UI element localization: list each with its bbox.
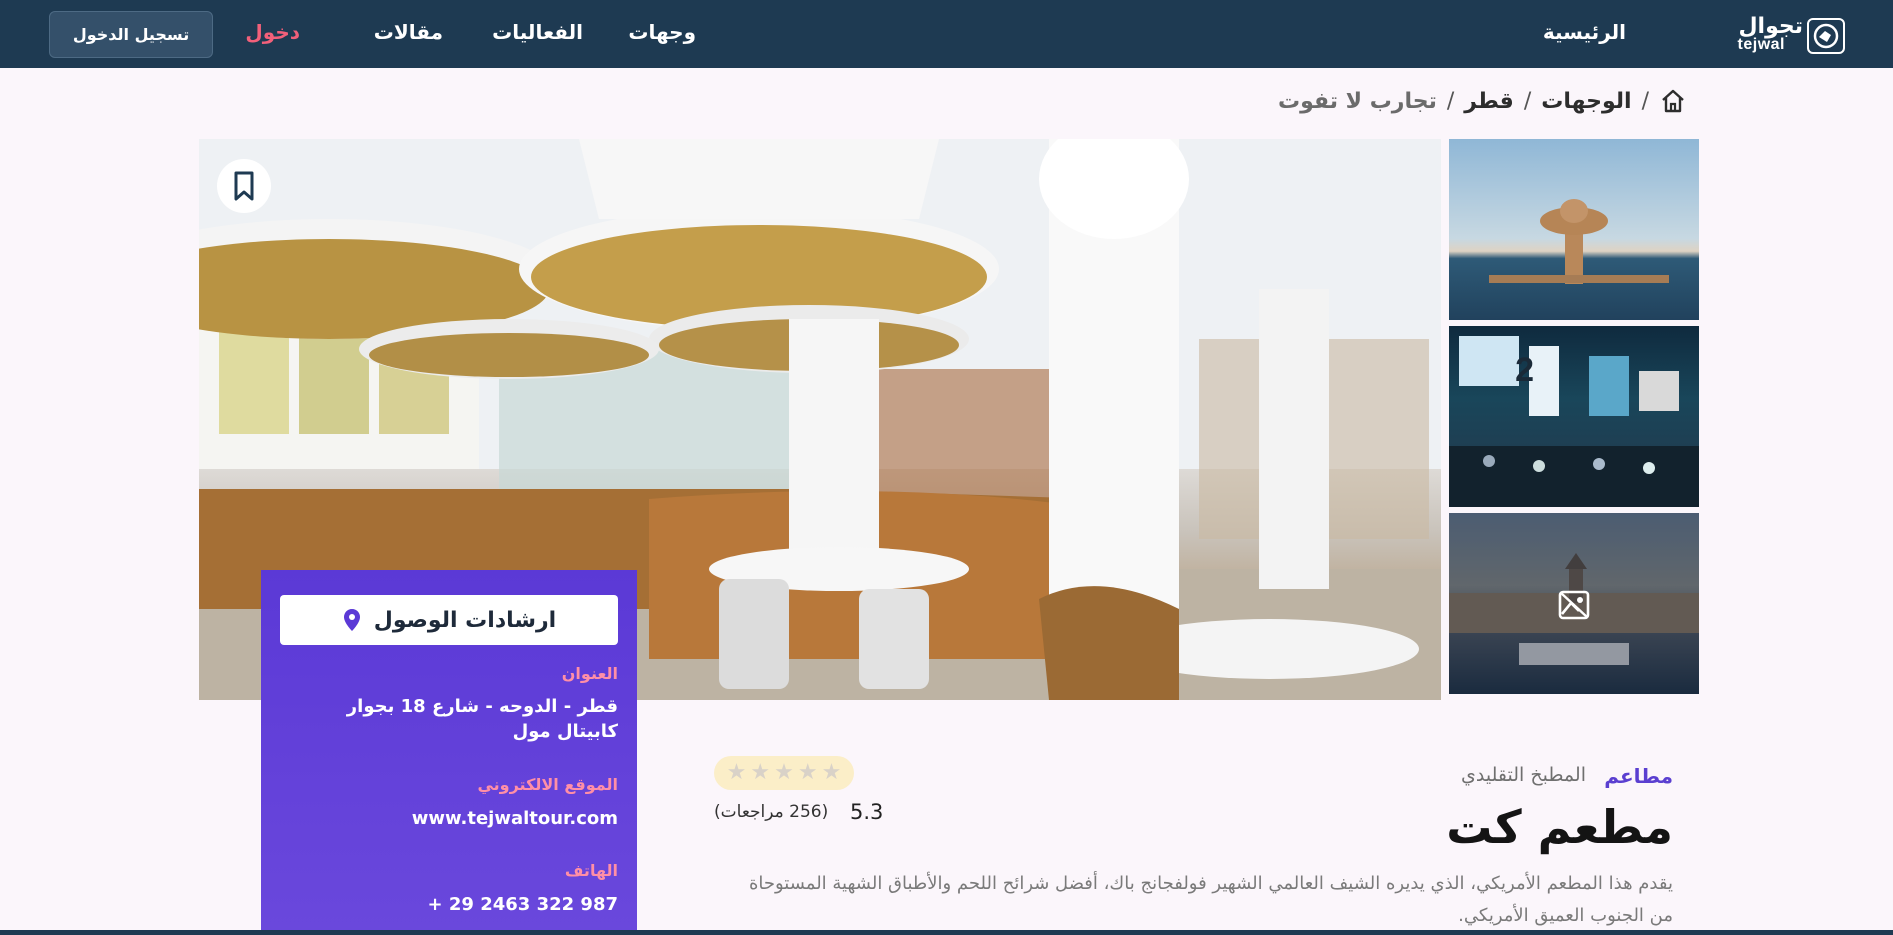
- thumbnail-city-street[interactable]: 2: [1449, 326, 1699, 507]
- page-title: مطعم كت: [1446, 800, 1673, 854]
- website-link[interactable]: www.tejwaltour.com: [298, 806, 618, 831]
- breadcrumb-separator: /: [1446, 88, 1455, 114]
- rating-block: ★ ★ ★ ★ ★ (256 مراجعات) 5.3: [714, 756, 914, 826]
- tejwal-logo[interactable]: تجوال tejwal: [1725, 14, 1845, 56]
- location-pin-icon: [342, 608, 362, 632]
- breadcrumb-separator: /: [1523, 88, 1532, 114]
- star-icon: ★: [821, 760, 842, 785]
- website-label: الموقع الالكتروني: [477, 775, 618, 794]
- bookmark-button[interactable]: [217, 159, 271, 213]
- star-icon: ★: [774, 760, 794, 785]
- star-icon: ★: [726, 760, 747, 785]
- bottom-edge-bar: [0, 930, 1893, 935]
- tower-illustration: [1489, 199, 1669, 284]
- login-link[interactable]: دخول: [245, 20, 300, 44]
- breadcrumb-destinations[interactable]: الوجهات: [1541, 89, 1631, 114]
- breadcrumb-current: تجارب لا تفوت: [1278, 88, 1437, 114]
- logo-english-text: tejwal: [1737, 36, 1785, 53]
- logo-mark-icon: [1807, 18, 1845, 54]
- subcategory-label: المطبخ التقليدي: [1461, 764, 1586, 786]
- location-info-card: ارشادات الوصول العنوان قطر - الدوحه - شا…: [261, 570, 637, 935]
- thumbnail-tower[interactable]: [1449, 139, 1699, 320]
- nav-destinations[interactable]: وجهات: [628, 20, 696, 44]
- city-street-illustration: 2: [1449, 336, 1699, 507]
- more-images-icon: [1557, 589, 1591, 621]
- nav-articles[interactable]: مقالات: [374, 20, 443, 44]
- star-icon: ★: [797, 760, 818, 785]
- nav-events[interactable]: الفعاليات: [492, 20, 583, 44]
- top-navigation-bar: تجوال tejwal الرئيسية وجهات الفعاليات مق…: [0, 0, 1893, 68]
- breadcrumb-qatar[interactable]: قطر: [1464, 89, 1514, 114]
- breadcrumb: / الوجهات / قطر / تجارب لا تفوت: [1278, 86, 1687, 116]
- directions-label: ارشادات الوصول: [373, 607, 557, 633]
- star-rating[interactable]: ★ ★ ★ ★ ★: [714, 756, 854, 790]
- reviews-count[interactable]: (256 مراجعات): [714, 802, 828, 822]
- rating-value: 5.3: [850, 800, 884, 824]
- directions-button[interactable]: ارشادات الوصول: [280, 595, 618, 645]
- signup-button[interactable]: تسجيل الدخول: [49, 11, 213, 58]
- restaurant-description: يقدم هذا المطعم الأمريكي، الذي يديره الش…: [748, 873, 1673, 926]
- star-icon: ★: [750, 760, 771, 785]
- svg-text:2: 2: [1515, 351, 1534, 389]
- phone-label: الهاتف: [564, 861, 618, 880]
- nav-home[interactable]: الرئيسية: [1543, 20, 1626, 44]
- category-link[interactable]: مطاعم: [1604, 764, 1673, 788]
- bookmark-icon: [234, 171, 254, 201]
- address-value: قطر - الدوحه - شارع 18 بجوار كابيتال مول: [346, 696, 618, 742]
- breadcrumb-separator: /: [1641, 88, 1649, 114]
- phone-value[interactable]: + 29 2463 322 987: [298, 892, 618, 917]
- thumbnail-more-photos[interactable]: [1449, 513, 1699, 694]
- home-icon[interactable]: [1659, 87, 1687, 115]
- address-label: العنوان: [561, 664, 618, 683]
